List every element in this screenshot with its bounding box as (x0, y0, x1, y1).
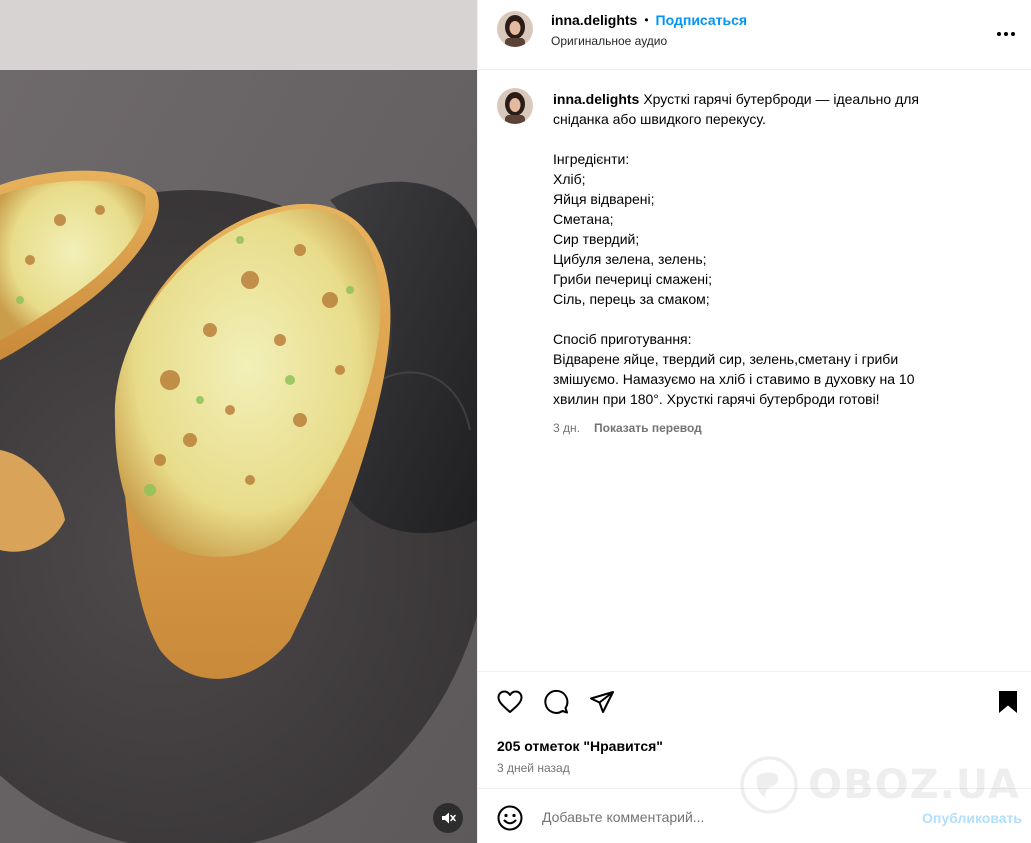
more-options-button[interactable] (994, 22, 1018, 46)
caption-line: Сметана; (553, 211, 614, 227)
avatar[interactable] (497, 11, 533, 47)
caption-avatar[interactable] (497, 88, 533, 124)
caption-time[interactable]: 3 дн. (553, 418, 580, 438)
caption-line: Яйця відварені; (553, 191, 655, 207)
comment-icon (544, 689, 569, 714)
likes-count[interactable]: 205 отметок "Нравится" (497, 738, 663, 754)
like-button[interactable] (496, 688, 524, 716)
comment-input[interactable] (542, 805, 902, 829)
author-username[interactable]: inna.delights (551, 12, 637, 28)
bookmark-icon (999, 691, 1017, 713)
caption-line: Відварене яйце, твердий сир, зелень,смет… (553, 351, 899, 367)
follow-button[interactable]: Подписаться (656, 12, 748, 28)
heart-icon (497, 690, 523, 713)
caption-line: Хліб; (553, 171, 586, 187)
caption-text: inna.delights Хрусткі гарячі бутерброди —… (553, 89, 973, 438)
caption-line: змішуємо. Намазуємо на хліб і ставимо в … (553, 371, 915, 387)
post-panel: inna.delights • Подписаться Оригинальное… (477, 0, 1031, 843)
caption-line: inna.delights Хрусткі гарячі бутерброди —… (553, 89, 973, 109)
caption-username[interactable]: inna.delights (553, 91, 639, 107)
share-button[interactable] (588, 688, 616, 716)
food-photo (0, 0, 477, 843)
mute-button[interactable] (433, 803, 463, 833)
share-icon (590, 691, 614, 713)
comment-button[interactable] (542, 688, 570, 716)
publish-button[interactable]: Опубликовать (922, 810, 1022, 826)
emoji-icon (497, 805, 523, 831)
caption-line-text: Хрусткі гарячі бутерброди — ідеально для (643, 91, 920, 107)
speaker-muted-icon (442, 812, 456, 824)
caption-line: Цибуля зелена, зелень; (553, 251, 707, 267)
post-header: inna.delights • Подписаться Оригинальное… (478, 0, 1031, 70)
caption-line: сніданка або швидкого перекусу. (553, 111, 766, 127)
caption-line: Гриби печериці смажені; (553, 271, 713, 287)
caption-line: хвилин при 180°. Хрусткі гарячі бутербро… (553, 391, 880, 407)
comment-bar: Опубликовать (478, 788, 1031, 843)
show-translation-button[interactable]: Показать перевод (594, 418, 702, 438)
caption-line (553, 129, 973, 149)
post-time[interactable]: 3 дней назад (497, 761, 570, 775)
audio-link[interactable]: Оригинальное аудио (551, 34, 667, 48)
emoji-button[interactable] (497, 805, 523, 836)
caption-line: Спосіб приготування: (553, 331, 692, 347)
caption-line (553, 309, 973, 329)
caption-meta: 3 дн. Показать перевод (553, 418, 973, 438)
caption-line: Інгредієнти: (553, 151, 630, 167)
caption-line: Сир твердий; (553, 231, 640, 247)
avatar-image (497, 88, 533, 124)
avatar-image (497, 11, 533, 47)
more-horizontal-icon (997, 32, 1015, 36)
separator-dot: • (644, 13, 649, 27)
save-button[interactable] (994, 688, 1022, 716)
actions-bar: 205 отметок "Нравится" 3 дней назад (478, 671, 1031, 788)
post-media[interactable] (0, 0, 477, 843)
caption-line: Сіль, перець за смаком; (553, 291, 710, 307)
caption-section: inna.delights Хрусткі гарячі бутерброди —… (478, 71, 1031, 435)
